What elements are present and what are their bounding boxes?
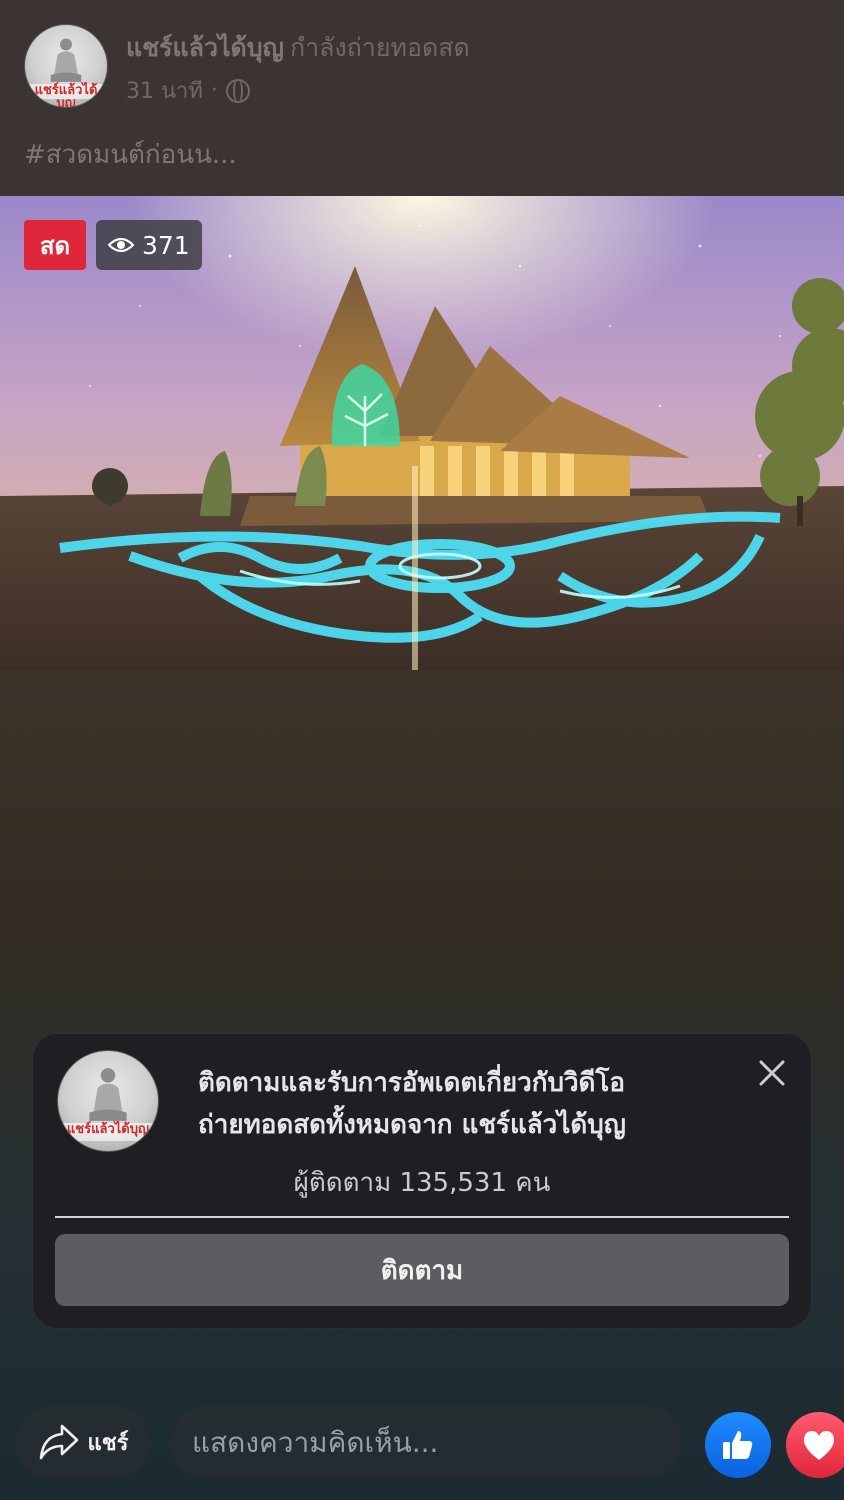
card-page-avatar[interactable]: แชร์แล้วได้บุญ: [57, 1050, 159, 1152]
buddha-image: [89, 1068, 127, 1121]
post-caption[interactable]: #สวดมนต์ก่อนน...: [24, 134, 237, 175]
post-header: แชร์แล้วได้บุญ แชร์แล้วได้บุญ กำลังถ่ายทอ…: [0, 0, 844, 195]
meta-separator: ·: [210, 78, 218, 103]
live-badge: สด: [24, 220, 86, 270]
love-reaction-button[interactable]: [786, 1412, 844, 1478]
eye-icon: [108, 237, 134, 253]
page-title-row: แชร์แล้วได้บุญ กำลังถ่ายทอดสด: [126, 28, 470, 68]
viewer-count-badge: 371: [96, 220, 202, 270]
follow-prompt-card: แชร์แล้วได้บุญ ติดตามและรับการอัพเดตเกี่…: [32, 1033, 812, 1329]
page-name[interactable]: แชร์แล้วได้บุญ: [126, 33, 284, 62]
page-avatar[interactable]: แชร์แล้วได้บุญ: [24, 24, 108, 108]
avatar-caption: แชร์แล้วได้บุญ: [25, 84, 107, 107]
post-meta: 31 นาที ·: [126, 73, 250, 108]
close-icon[interactable]: [757, 1058, 787, 1088]
follow-card-title: ติดตามและรับการอัพเดตเกี่ยวกับวิดีโอถ่าย…: [198, 1068, 626, 1140]
follower-count: ผู้ติดตาม 135,531 คน: [293, 1168, 551, 1198]
card-divider: [55, 1216, 789, 1218]
post-time[interactable]: 31 นาที: [126, 73, 203, 108]
comment-input[interactable]: [170, 1406, 682, 1478]
live-video[interactable]: สด 371: [0, 196, 844, 670]
share-label: แชร์: [87, 1430, 129, 1456]
avatar-caption: แชร์แล้วได้บุญ: [58, 1123, 158, 1141]
globe-icon: [225, 78, 250, 103]
live-status-text: กำลังถ่ายทอดสด: [289, 33, 470, 62]
like-icon: [723, 1431, 753, 1459]
buddha-image: [50, 39, 82, 83]
love-icon: [803, 1431, 835, 1460]
follow-button[interactable]: ติดตาม: [55, 1234, 789, 1306]
viewer-count: 371: [142, 230, 190, 260]
share-button[interactable]: แชร์: [16, 1406, 150, 1478]
share-arrow-icon: [39, 1424, 78, 1460]
like-reaction-button[interactable]: [705, 1412, 771, 1478]
